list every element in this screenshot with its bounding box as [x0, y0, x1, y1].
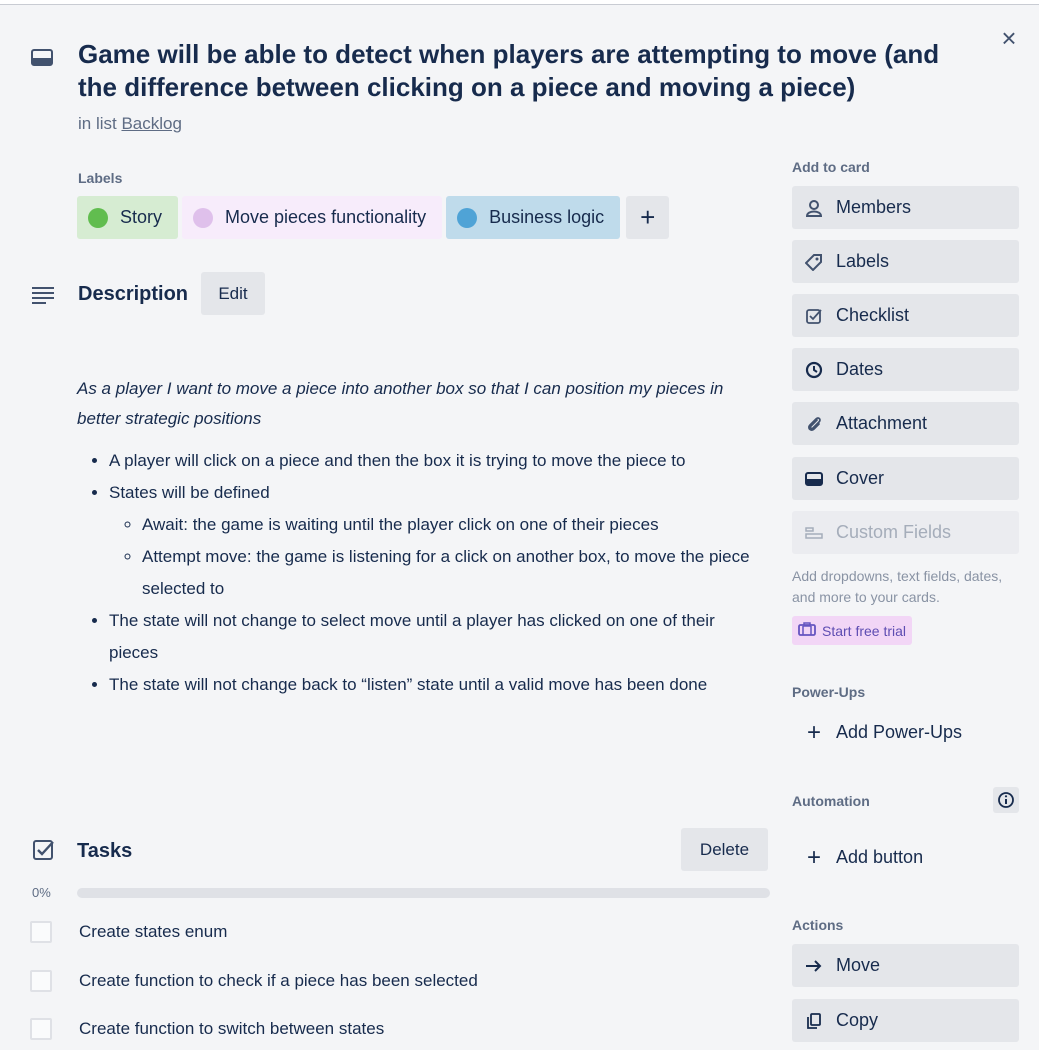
- move-label: Move: [836, 955, 881, 975]
- attachment-label: Attachment: [836, 413, 928, 433]
- plus-icon: +: [806, 843, 821, 871]
- attachment-button[interactable]: Attachment: [792, 402, 1019, 445]
- checklist-progress-percent: 0%: [32, 885, 51, 900]
- checklist-item-text[interactable]: Create function to check if a piece has …: [79, 971, 478, 991]
- label-color-dot: [88, 207, 108, 228]
- add-power-ups-button[interactable]: + Add Power-Ups: [792, 711, 1019, 754]
- copy-icon: [804, 1011, 824, 1031]
- move-button[interactable]: Move: [792, 944, 1019, 987]
- label-text: Business logic: [489, 207, 605, 227]
- copy-button[interactable]: Copy: [792, 999, 1019, 1042]
- description-bullet: States will be defined Await: the game i…: [109, 477, 767, 605]
- label-business-logic[interactable]: Business logic: [446, 196, 621, 239]
- label-move-pieces-functionality[interactable]: Move pieces functionality: [182, 196, 443, 239]
- label-color-dot: [457, 207, 478, 228]
- close-icon[interactable]: ×: [996, 25, 1022, 52]
- copy-label: Copy: [836, 1010, 879, 1030]
- in-list-prefix: in list: [78, 114, 117, 133]
- checklist-title[interactable]: Tasks: [77, 840, 132, 863]
- description-bullet-text: States will be defined: [109, 483, 270, 502]
- cover-icon: [804, 469, 824, 489]
- add-to-card-heading: Add to card: [792, 159, 870, 175]
- custom-fields-note: Add dropdowns, text fields, dates, and m…: [792, 568, 1003, 605]
- dates-button[interactable]: Dates: [792, 348, 1019, 391]
- description-bullet: A player will click on a piece and then …: [109, 445, 767, 477]
- add-button-button[interactable]: + Add button: [792, 836, 1019, 879]
- cover-button[interactable]: Cover: [792, 457, 1019, 500]
- members-button[interactable]: Members: [792, 186, 1019, 229]
- labels-row: Story Move pieces functionality Business…: [77, 196, 670, 239]
- actions-heading: Actions: [792, 917, 844, 933]
- dates-label: Dates: [836, 359, 884, 379]
- checklist-progress-bar: [77, 888, 770, 898]
- start-free-trial-label: Start free trial: [822, 622, 907, 639]
- card-icon: [30, 48, 54, 68]
- description-sub-bullet: Await: the game is waiting until the pla…: [142, 509, 767, 541]
- briefcase-icon: [798, 622, 816, 639]
- person-icon: [804, 198, 824, 218]
- labels-button[interactable]: Labels: [792, 240, 1019, 283]
- checklist-item-text[interactable]: Create states enum: [79, 922, 227, 942]
- add-label-button[interactable]: +: [626, 196, 670, 239]
- checklist-item-checkbox[interactable]: [30, 970, 52, 992]
- start-free-trial-button[interactable]: Start free trial: [792, 616, 913, 645]
- custom-fields-button[interactable]: Custom Fields: [792, 511, 1019, 554]
- add-button-label: Add button: [836, 847, 924, 867]
- custom-fields-label: Custom Fields: [836, 522, 952, 542]
- checklist-item[interactable]: Create function to switch between states: [30, 1018, 384, 1040]
- checklist-item[interactable]: Create states enum: [30, 921, 227, 943]
- description-sublist: Await: the game is waiting until the pla…: [109, 509, 767, 605]
- label-story[interactable]: Story: [77, 196, 179, 239]
- checklist-item[interactable]: Create function to check if a piece has …: [30, 970, 478, 992]
- labels-heading: Labels: [78, 170, 123, 186]
- checklist-button[interactable]: Checklist: [792, 294, 1019, 337]
- description-heading: Description: [78, 283, 189, 305]
- description-story: As a player I want to move a piece into …: [77, 379, 724, 428]
- description-body[interactable]: As a player I want to move a piece into …: [77, 374, 767, 701]
- description-bullet: The state will not change to select move…: [109, 605, 767, 669]
- checkbox-icon: [804, 306, 824, 326]
- description-icon: [31, 285, 55, 305]
- info-icon[interactable]: [993, 787, 1019, 813]
- checklist-label: Checklist: [836, 305, 910, 325]
- tag-icon: [804, 252, 824, 272]
- cover-label: Cover: [836, 468, 885, 488]
- description-sub-bullet: Attempt move: the game is listening for …: [142, 541, 767, 605]
- delete-checklist-button[interactable]: Delete: [681, 828, 768, 871]
- label-text: Story: [120, 207, 163, 227]
- paperclip-icon: [804, 414, 824, 434]
- card-title[interactable]: Game will be able to detect when players…: [78, 38, 958, 104]
- checklist-item-text[interactable]: Create function to switch between states: [79, 1019, 384, 1039]
- add-power-ups-label: Add Power-Ups: [836, 722, 963, 742]
- checklist-item-checkbox[interactable]: [30, 1018, 52, 1040]
- plus-icon: +: [806, 718, 821, 746]
- edit-description-button[interactable]: Edit: [201, 272, 265, 315]
- description-bullet: The state will not change back to “liste…: [109, 669, 767, 701]
- checklist-item-checkbox[interactable]: [30, 921, 52, 943]
- power-ups-heading: Power-Ups: [792, 684, 866, 700]
- members-label: Members: [836, 197, 912, 217]
- custom-fields-icon: [804, 523, 824, 543]
- arrow-right-icon: [804, 956, 824, 976]
- label-color-dot: [193, 207, 214, 228]
- labels-label: Labels: [836, 251, 890, 271]
- clock-icon: [804, 360, 824, 380]
- window-top-edge: [0, 0, 1039, 5]
- checklist-icon: [32, 838, 56, 862]
- description-list: A player will click on a piece and then …: [77, 445, 767, 701]
- in-list-info: in list Backlog: [78, 114, 182, 134]
- automation-heading: Automation: [792, 793, 870, 809]
- label-text: Move pieces functionality: [225, 207, 427, 227]
- list-link[interactable]: Backlog: [121, 114, 181, 133]
